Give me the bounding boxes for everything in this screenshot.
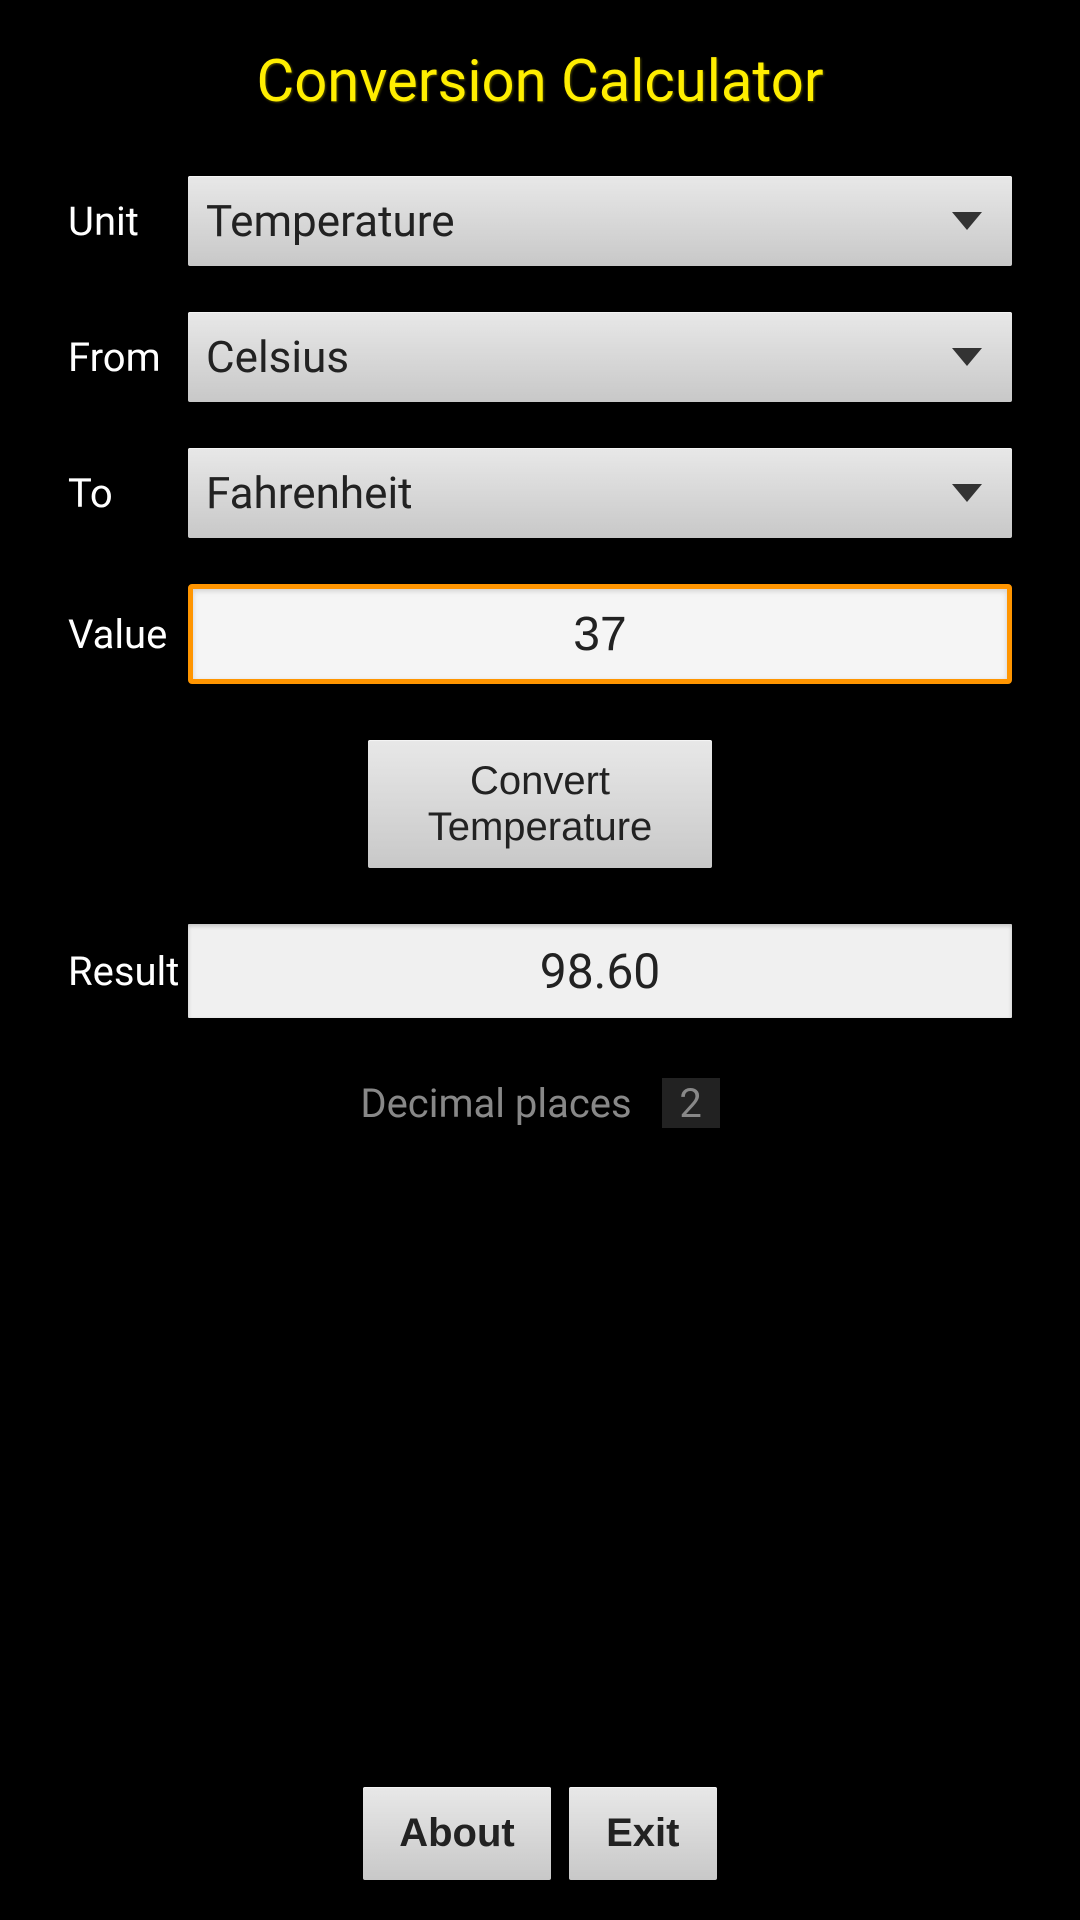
from-dropdown[interactable]: Celsius	[188, 312, 1012, 402]
value-row: Value	[68, 584, 1012, 684]
about-button[interactable]: About	[363, 1787, 551, 1880]
unit-label: Unit	[68, 198, 188, 245]
unit-dropdown[interactable]: Temperature	[188, 176, 1012, 266]
unit-dropdown-text: Temperature	[206, 195, 455, 247]
app-container: Conversion Calculator Unit Temperature F…	[0, 0, 1080, 1920]
convert-row: ConvertTemperature	[68, 740, 1012, 868]
value-label: Value	[68, 611, 188, 658]
decimal-label: Decimal places	[360, 1080, 631, 1127]
result-label: Result	[68, 948, 188, 995]
chevron-down-icon	[952, 212, 982, 230]
convert-button[interactable]: ConvertTemperature	[368, 740, 713, 868]
result-row: Result 98.60	[68, 924, 1012, 1018]
result-text: 98.60	[540, 943, 661, 1000]
unit-row: Unit Temperature	[68, 176, 1012, 266]
value-input[interactable]	[193, 607, 1007, 662]
result-box: 98.60	[188, 924, 1012, 1018]
to-dropdown[interactable]: Fahrenheit	[188, 448, 1012, 538]
chevron-down-icon	[952, 484, 982, 502]
decimal-row: Decimal places 2	[68, 1078, 1012, 1128]
from-label: From	[68, 334, 188, 381]
value-input-wrapper	[188, 584, 1012, 684]
to-label: To	[68, 470, 188, 517]
decimal-value-text: 2	[679, 1080, 701, 1127]
from-dropdown-text: Celsius	[206, 331, 349, 383]
from-row: From Celsius	[68, 312, 1012, 402]
spacer	[68, 1128, 1012, 1787]
bottom-buttons-row: About Exit	[68, 1787, 1012, 1880]
decimal-value-box[interactable]: 2	[662, 1078, 720, 1128]
chevron-down-icon	[952, 348, 982, 366]
page-title: Conversion Calculator	[68, 48, 1012, 116]
to-dropdown-text: Fahrenheit	[206, 467, 413, 519]
exit-button[interactable]: Exit	[569, 1787, 717, 1880]
to-row: To Fahrenheit	[68, 448, 1012, 538]
